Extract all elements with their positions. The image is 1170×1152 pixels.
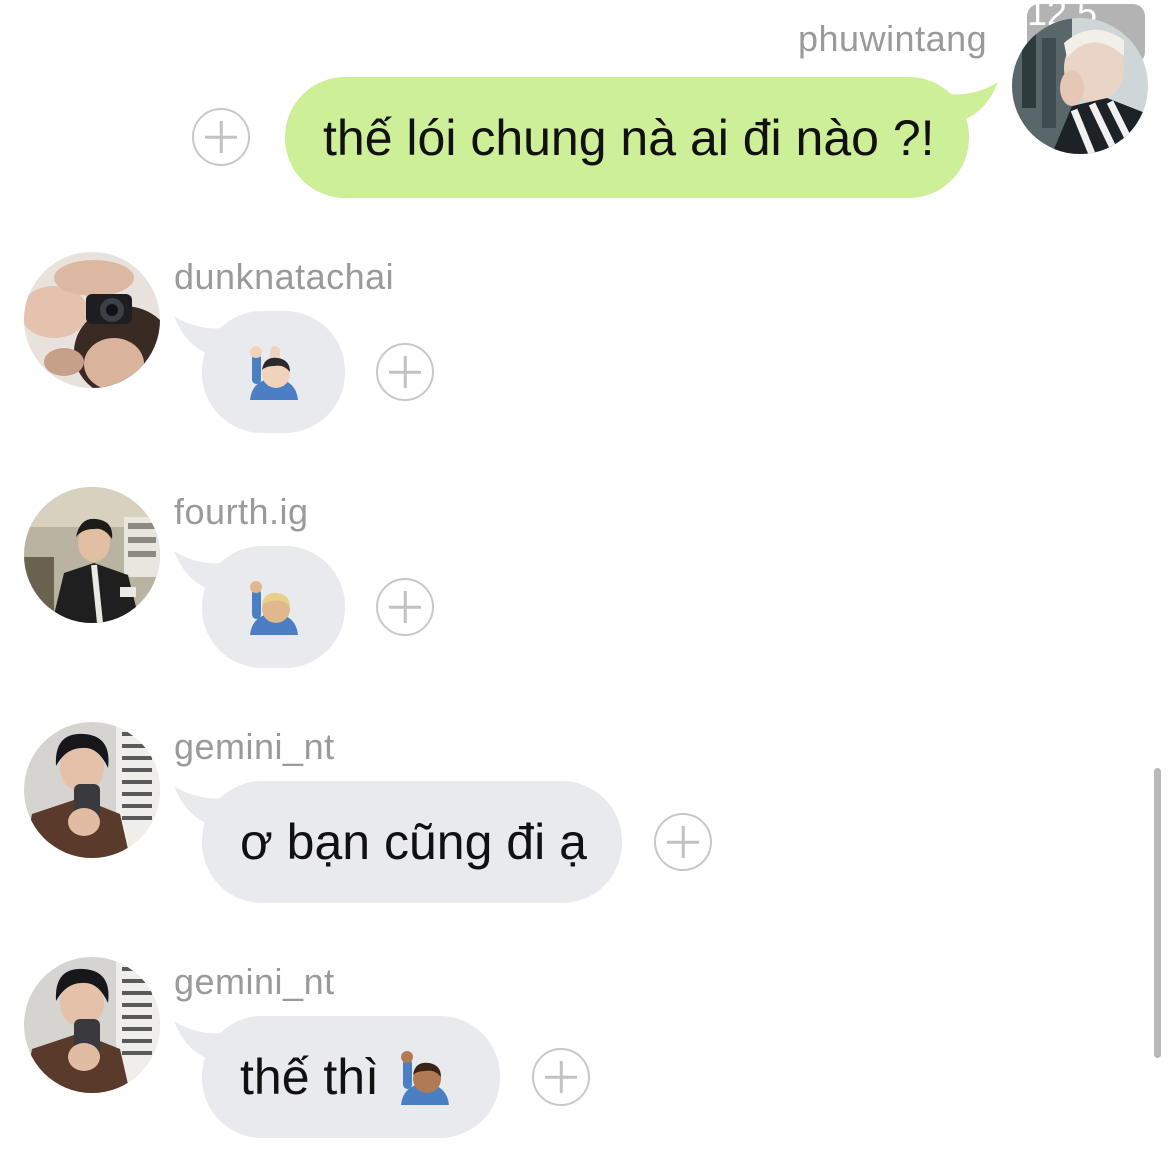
scrollbar[interactable]	[1154, 768, 1161, 1058]
sender-name: fourth.ig	[174, 491, 309, 532]
message-text: ơ bạn cũng đi ạ	[240, 814, 587, 870]
raising-hand-emoji-icon	[246, 579, 302, 635]
message-bubble[interactable]: thế thì	[202, 1016, 500, 1138]
sender-name: gemini_nt	[174, 961, 335, 1002]
message-bubble[interactable]: ơ bạn cũng đi ạ	[202, 781, 622, 903]
avatar-photo	[1012, 18, 1148, 154]
sender-name: phuwintang	[798, 18, 988, 59]
add-reaction-button[interactable]	[532, 1048, 590, 1106]
message-text: thế lói chung nà ai đi nào ?!	[323, 109, 935, 166]
avatar[interactable]	[24, 957, 160, 1093]
add-reaction-button[interactable]	[654, 813, 712, 871]
avatar-photo	[24, 487, 160, 623]
avatar[interactable]	[24, 487, 160, 623]
message-bubble[interactable]	[202, 546, 345, 668]
avatar[interactable]	[24, 252, 160, 388]
avatar[interactable]	[1012, 18, 1148, 154]
message-bubble[interactable]	[202, 311, 345, 433]
add-reaction-button[interactable]	[376, 343, 434, 401]
raising-hand-emoji-icon	[397, 1049, 453, 1105]
avatar-photo	[24, 957, 160, 1093]
message-bubble[interactable]: thế lói chung nà ai đi nào ?!	[285, 77, 969, 198]
message-text: thế thì	[240, 1049, 379, 1105]
add-reaction-button[interactable]	[192, 108, 250, 166]
sender-name: dunknatachai	[174, 256, 395, 297]
raising-hand-emoji-icon	[246, 344, 302, 400]
avatar-photo	[24, 722, 160, 858]
avatar-photo	[24, 252, 160, 388]
sender-name: gemini_nt	[174, 726, 335, 767]
avatar[interactable]	[24, 722, 160, 858]
add-reaction-button[interactable]	[376, 578, 434, 636]
